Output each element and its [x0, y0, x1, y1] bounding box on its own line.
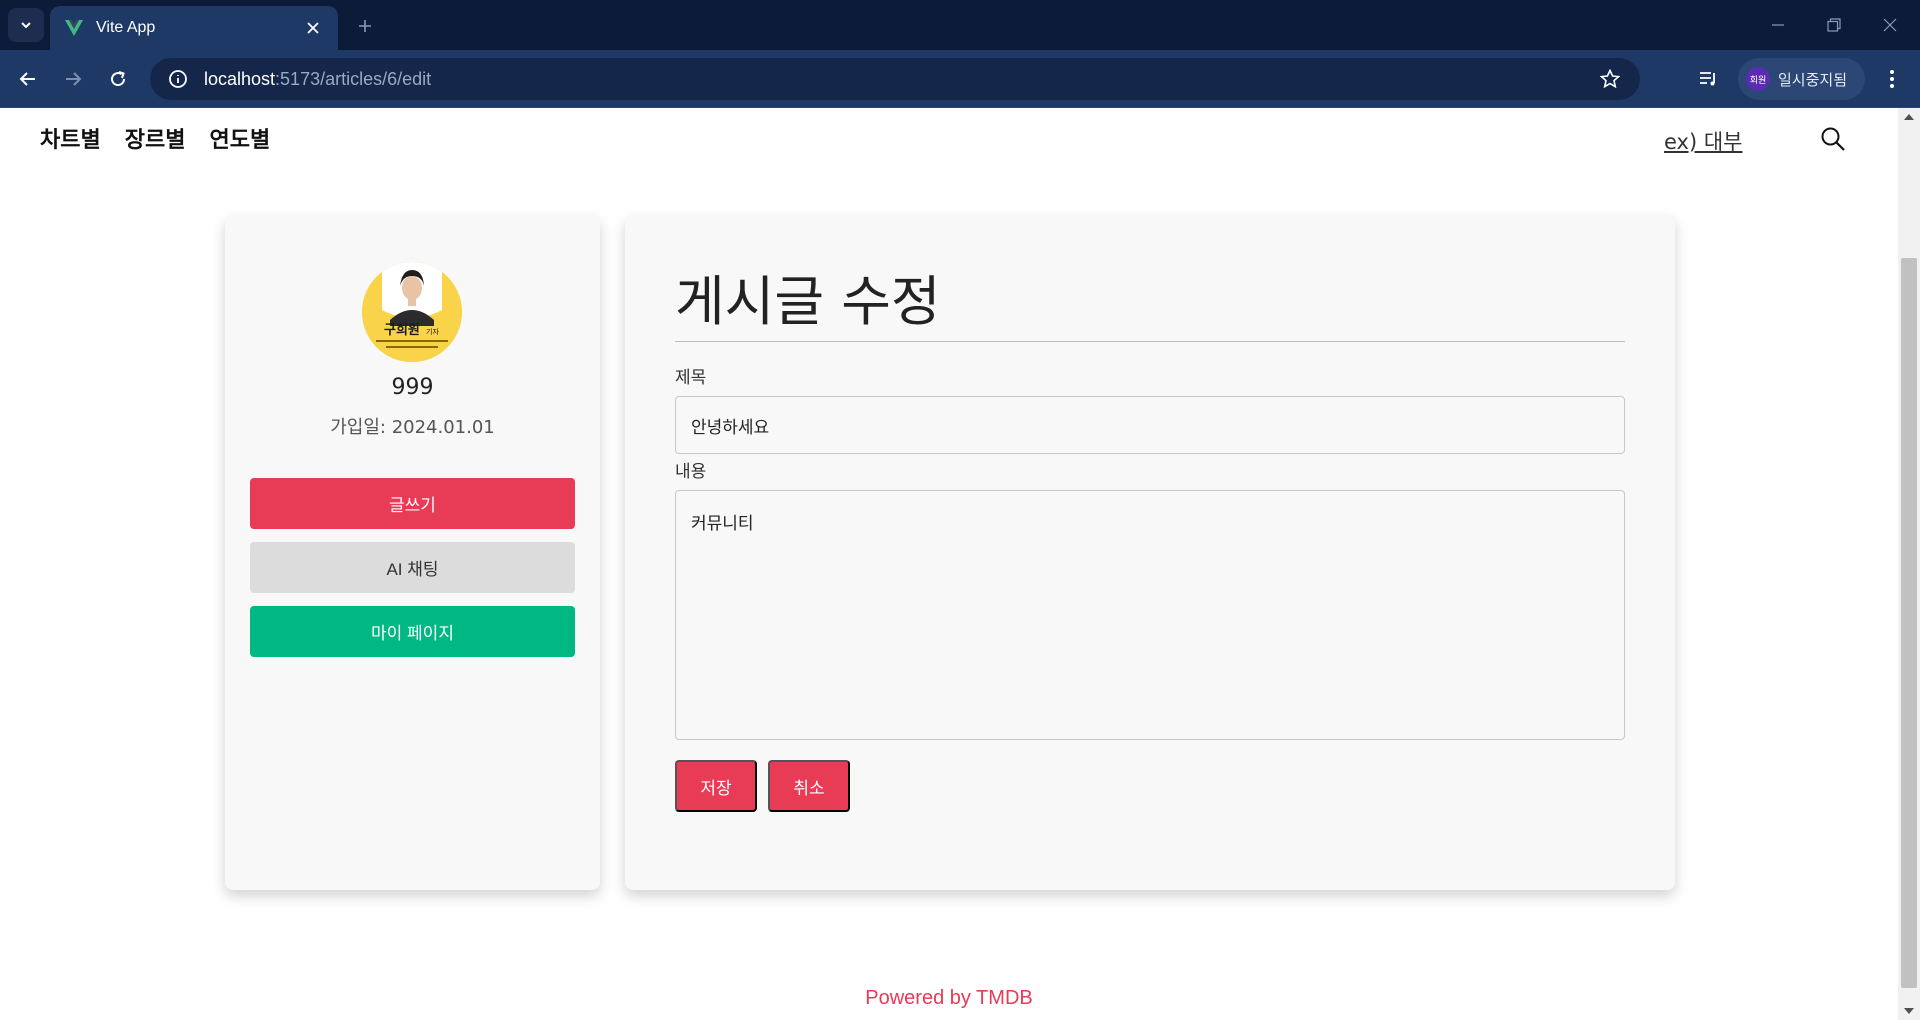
- profile-status: 일시중지됨: [1778, 70, 1848, 89]
- profile-card: 구희원 기자 999 가입일: 2024.01.01 글쓰기 AI 채팅 마이 …: [225, 215, 600, 890]
- browser-tabbar: Vite App: [0, 0, 1920, 50]
- ai-chat-button[interactable]: AI 채팅: [250, 542, 575, 593]
- kebab-menu-icon: [1890, 70, 1894, 88]
- cancel-button[interactable]: 취소: [768, 760, 850, 812]
- bookmark-star-icon[interactable]: [1596, 65, 1624, 93]
- back-button[interactable]: [10, 62, 46, 96]
- plus-icon: [359, 20, 371, 32]
- page-viewport: 차트별 장르별 연도별 ex) 대부 구희원 기자 999 가입일: 2024.…: [0, 108, 1898, 1020]
- arrow-left-icon: [19, 72, 35, 86]
- profile-avatar: 회원: [1746, 67, 1770, 91]
- site-info-icon[interactable]: [166, 67, 190, 91]
- close-icon: [1883, 18, 1897, 32]
- media-control-button[interactable]: [1692, 62, 1726, 96]
- restore-button[interactable]: [1810, 10, 1858, 40]
- tab-close-icon[interactable]: [302, 17, 324, 39]
- edit-post-card: 게시글 수정 제목 안녕하세요 내용 커뮤니티 저장 취소: [625, 215, 1675, 890]
- avatar: 구희원 기자: [362, 262, 462, 362]
- close-window-button[interactable]: [1866, 10, 1914, 40]
- username: 999: [391, 375, 434, 400]
- scroll-up-arrow-icon[interactable]: [1904, 114, 1914, 120]
- divider: [675, 341, 1625, 342]
- tab-search-button[interactable]: [8, 8, 44, 42]
- minimize-icon: [1772, 24, 1784, 26]
- tab-title: Vite App: [96, 19, 156, 36]
- write-post-button[interactable]: 글쓰기: [250, 478, 575, 529]
- scroll-thumb[interactable]: [1901, 258, 1917, 988]
- profile-button[interactable]: 회원 일시중지됨: [1738, 58, 1865, 100]
- nav-genre[interactable]: 장르별: [125, 122, 186, 154]
- save-button[interactable]: 저장: [675, 760, 757, 812]
- join-date: 가입일: 2024.01.01: [330, 417, 495, 438]
- page-scrollbar[interactable]: [1898, 108, 1920, 1020]
- browser-menu-button[interactable]: [1875, 62, 1909, 96]
- title-label: 제목: [675, 368, 707, 388]
- search-button[interactable]: [1820, 126, 1848, 154]
- scroll-down-arrow-icon[interactable]: [1904, 1008, 1914, 1014]
- reload-icon: [111, 71, 126, 87]
- content-textarea[interactable]: 커뮤니티: [675, 490, 1625, 740]
- url-text: localhost:5173/articles/6/edit: [204, 68, 432, 89]
- title-input[interactable]: 안녕하세요: [675, 396, 1625, 454]
- playlist-icon: [1700, 72, 1715, 86]
- address-bar[interactable]: localhost:5173/articles/6/edit: [150, 58, 1640, 100]
- search-input[interactable]: ex) 대부: [1664, 126, 1743, 156]
- nav-chart[interactable]: 차트별: [40, 122, 101, 154]
- arrow-right-icon: [66, 72, 82, 86]
- search-icon: [1821, 127, 1845, 151]
- browser-tab[interactable]: Vite App: [50, 6, 338, 50]
- new-tab-button[interactable]: [350, 12, 380, 40]
- my-page-button[interactable]: 마이 페이지: [250, 606, 575, 657]
- browser-toolbar: localhost:5173/articles/6/edit 회원 일시중지됨: [0, 50, 1920, 108]
- vite-logo-icon: [65, 20, 83, 36]
- page-title: 게시글 수정: [675, 270, 941, 333]
- site-nav: 차트별 장르별 연도별: [40, 122, 270, 154]
- reload-button[interactable]: [100, 62, 136, 96]
- minimize-button[interactable]: [1754, 10, 1802, 40]
- footer-credit: Powered by TMDB: [865, 987, 1033, 1009]
- forward-button[interactable]: [55, 62, 91, 96]
- svg-text:구희원: 구희원: [384, 323, 420, 338]
- svg-text:기자: 기자: [426, 327, 439, 336]
- restore-icon: [1827, 18, 1841, 32]
- chevron-down-icon: [21, 22, 31, 29]
- content-label: 내용: [675, 462, 707, 482]
- nav-year[interactable]: 연도별: [209, 122, 270, 154]
- avatar-portrait-icon: 구희원 기자: [362, 262, 462, 362]
